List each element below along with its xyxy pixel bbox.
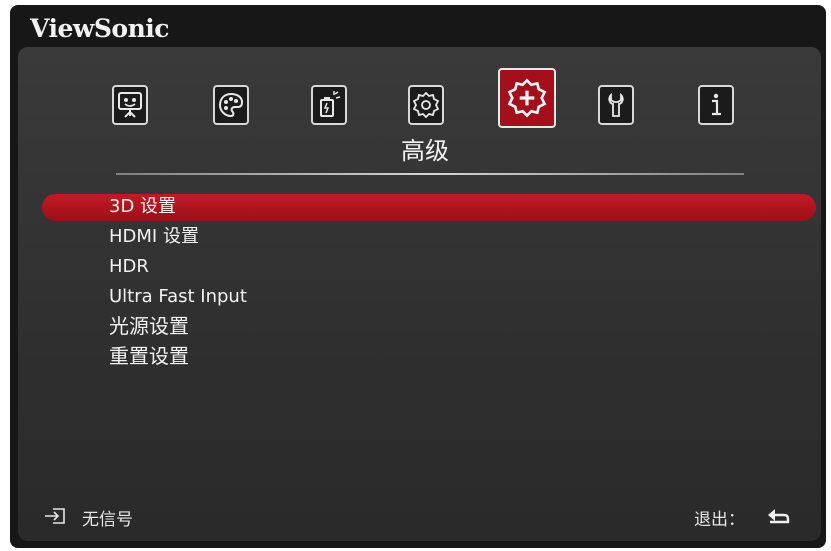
display-icon [118, 92, 142, 118]
tab-system[interactable] [598, 85, 634, 125]
brand-logo: ViewSonic [30, 14, 170, 43]
divider [116, 173, 744, 175]
return-arrow-icon[interactable] [766, 506, 790, 526]
power-management-icon [320, 91, 341, 117]
menu-item-reset-settings[interactable]: 重置设置 [109, 346, 189, 366]
menu-item-hdmi-settings[interactable]: HDMI 设置 [109, 228, 199, 246]
tab-power-management[interactable] [311, 85, 347, 125]
advanced-settings-icon [507, 78, 547, 118]
source-status: 无信号 [82, 510, 133, 530]
tab-advanced[interactable] [498, 68, 556, 128]
input-source-icon [45, 508, 65, 524]
menu-item-hdr[interactable]: HDR [109, 258, 149, 276]
tab-information[interactable] [698, 85, 734, 125]
projector-osd: ViewSonic 高级 3D 设置 HDMI 设置 HDR Ultra Fas… [10, 5, 826, 548]
menu-item-3d-settings[interactable]: 3D 设置 [109, 198, 176, 216]
color-palette-icon [218, 92, 244, 118]
tab-basic[interactable] [408, 85, 444, 125]
menu-item-light-source-settings[interactable]: 光源设置 [109, 316, 189, 336]
menu-panel: 高级 3D 设置 HDMI 设置 HDR Ultra Fast Input 光源… [18, 47, 821, 541]
basic-settings-icon [412, 91, 440, 119]
tab-image[interactable] [213, 85, 249, 125]
menu-item-ultra-fast-input[interactable]: Ultra Fast Input [109, 288, 247, 306]
exit-label: 退出： [694, 510, 745, 530]
information-icon [712, 93, 721, 116]
tab-display[interactable] [112, 85, 148, 125]
system-icon [608, 92, 624, 117]
active-tab-label: 高级 [401, 137, 449, 165]
